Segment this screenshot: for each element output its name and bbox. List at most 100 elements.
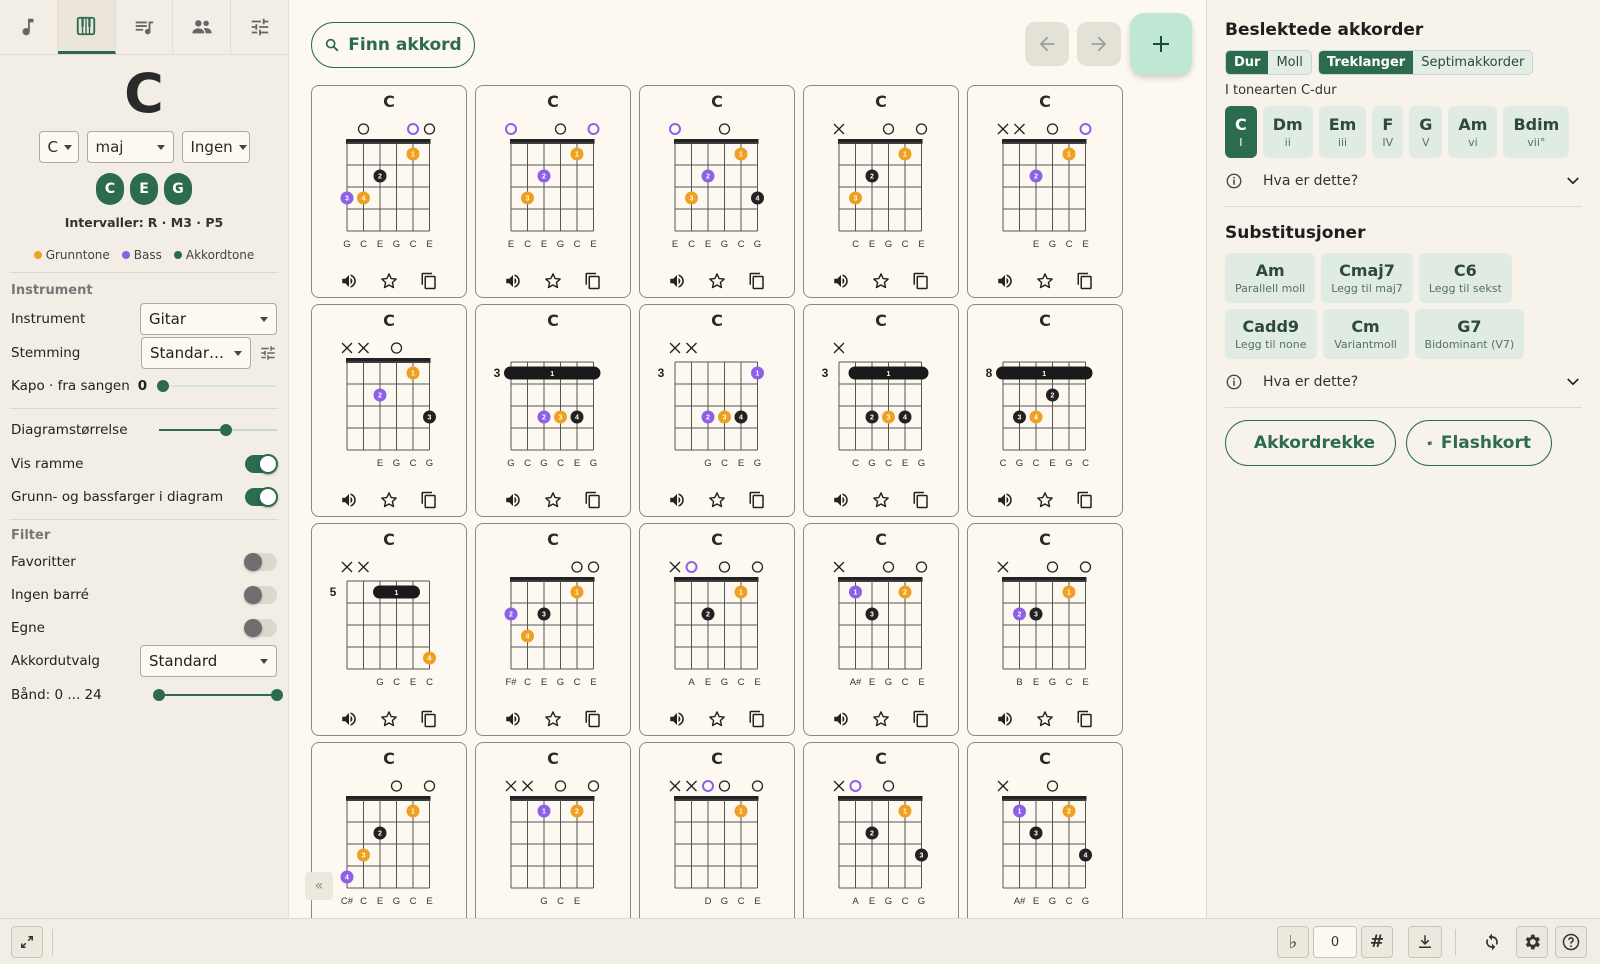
tab-setlist[interactable] bbox=[116, 0, 174, 54]
substitution-0[interactable]: Am Parallell moll bbox=[1225, 253, 1316, 303]
what-is-this-row[interactable]: Hva er dette? bbox=[1225, 172, 1582, 190]
progression-button[interactable]: Akkordrekke bbox=[1225, 420, 1396, 466]
chord-card[interactable]: C123CEGCE bbox=[803, 85, 959, 298]
copy-button[interactable] bbox=[906, 710, 936, 728]
play-sound-button[interactable] bbox=[334, 272, 364, 290]
substitution-5[interactable]: G7 Bidominant (V7) bbox=[1414, 309, 1525, 359]
tab-chords[interactable] bbox=[57, 0, 116, 54]
settings-button[interactable] bbox=[1516, 926, 1548, 958]
root-select[interactable]: C bbox=[38, 131, 79, 163]
play-sound-button[interactable] bbox=[662, 272, 692, 290]
chord-card[interactable]: C 1 2 3 4 F# C E G C E bbox=[475, 523, 631, 736]
find-chord-button[interactable]: Finn akkord bbox=[311, 22, 475, 68]
slider-thumb-max[interactable] bbox=[271, 689, 283, 701]
mode-major[interactable]: Dur bbox=[1226, 51, 1269, 74]
what-is-this-row-2[interactable]: Hva er dette? bbox=[1225, 373, 1582, 391]
favorite-button[interactable] bbox=[1030, 709, 1060, 729]
play-sound-button[interactable] bbox=[498, 272, 528, 290]
play-sound-button[interactable] bbox=[990, 491, 1020, 509]
diagram-size-slider[interactable] bbox=[159, 424, 277, 436]
substitution-2[interactable]: C6 Legg til sekst bbox=[1418, 253, 1512, 303]
favorite-button[interactable] bbox=[538, 709, 568, 729]
show-frame-toggle[interactable] bbox=[245, 453, 278, 474]
substitution-4[interactable]: Cm Variantmoll bbox=[1322, 309, 1409, 359]
copy-button[interactable] bbox=[1070, 710, 1100, 728]
scale-degree-1[interactable]: Dm ii bbox=[1262, 106, 1313, 158]
copy-button[interactable] bbox=[578, 491, 608, 509]
add-chord-button[interactable] bbox=[1130, 13, 1192, 75]
play-sound-button[interactable] bbox=[826, 491, 856, 509]
frets-range-slider[interactable] bbox=[153, 689, 283, 701]
favorite-button[interactable] bbox=[374, 709, 404, 729]
transpose-down-button[interactable]: ♭ bbox=[1277, 926, 1309, 958]
back-button[interactable] bbox=[1025, 22, 1069, 66]
scale-degree-6[interactable]: Bdim vii° bbox=[1503, 106, 1570, 158]
chord-card[interactable]: C1234GCEGCE bbox=[311, 85, 467, 298]
chord-card[interactable]: C 1 2 3 4 C# C E G C E bbox=[311, 742, 467, 918]
tuning-select[interactable]: Standar… bbox=[141, 337, 251, 369]
play-sound-button[interactable] bbox=[334, 491, 364, 509]
fullscreen-button[interactable] bbox=[11, 926, 43, 958]
play-sound-button[interactable] bbox=[334, 710, 364, 728]
copy-button[interactable] bbox=[414, 491, 444, 509]
play-sound-button[interactable] bbox=[498, 491, 528, 509]
extension-select[interactable]: Ingen bbox=[181, 131, 250, 163]
favorite-button[interactable] bbox=[866, 271, 896, 291]
copy-button[interactable] bbox=[906, 491, 936, 509]
copy-button[interactable] bbox=[414, 710, 444, 728]
substitution-1[interactable]: Cmaj7 Legg til maj7 bbox=[1321, 253, 1413, 303]
scale-degree-0[interactable]: CI bbox=[1225, 106, 1257, 158]
chord-card[interactable]: C123ECEGCE bbox=[475, 85, 631, 298]
copy-button[interactable] bbox=[1070, 272, 1100, 290]
favorite-button[interactable] bbox=[374, 490, 404, 510]
tab-people[interactable] bbox=[173, 0, 232, 54]
favorite-button[interactable] bbox=[702, 709, 732, 729]
forward-button[interactable] bbox=[1077, 22, 1121, 66]
chord-card[interactable]: C1234ECEGCG bbox=[639, 85, 795, 298]
favorite-button[interactable] bbox=[1030, 490, 1060, 510]
play-sound-button[interactable] bbox=[662, 710, 692, 728]
favorite-button[interactable] bbox=[1030, 271, 1060, 291]
favorite-button[interactable] bbox=[866, 709, 896, 729]
play-sound-button[interactable] bbox=[826, 710, 856, 728]
slider-thumb[interactable] bbox=[220, 424, 233, 436]
copy-button[interactable] bbox=[578, 710, 608, 728]
copy-button[interactable] bbox=[742, 491, 772, 509]
copy-button[interactable] bbox=[906, 272, 936, 290]
favorite-button[interactable] bbox=[538, 490, 568, 510]
chord-card[interactable]: C31234GCGCEG bbox=[475, 304, 631, 517]
note-pill[interactable]: C bbox=[96, 173, 124, 205]
favorite-button[interactable] bbox=[374, 271, 404, 291]
chord-card[interactable]: C1 2 GCE bbox=[475, 742, 631, 918]
chord-card[interactable]: C 1 2 3 A# E G C E bbox=[803, 523, 959, 736]
favorite-button[interactable] bbox=[702, 490, 732, 510]
tab-tune[interactable] bbox=[231, 0, 288, 54]
play-sound-button[interactable] bbox=[498, 710, 528, 728]
chord-card[interactable]: C123BEGCE bbox=[967, 523, 1123, 736]
scale-degree-3[interactable]: F IV bbox=[1372, 106, 1404, 158]
help-button[interactable] bbox=[1555, 926, 1587, 958]
copy-button[interactable] bbox=[578, 272, 608, 290]
tab-melody[interactable] bbox=[0, 0, 58, 54]
type-triads[interactable]: Treklanger bbox=[1318, 51, 1414, 74]
favorites-toggle[interactable] bbox=[244, 552, 277, 571]
capo-slider[interactable] bbox=[157, 380, 277, 392]
note-pill[interactable]: G bbox=[164, 173, 192, 205]
own-toggle[interactable] bbox=[244, 618, 277, 637]
collapse-sidebar-button[interactable]: « bbox=[305, 872, 333, 900]
favorite-button[interactable] bbox=[702, 271, 732, 291]
favorite-button[interactable] bbox=[538, 271, 568, 291]
copy-button[interactable] bbox=[414, 272, 444, 290]
download-button[interactable] bbox=[1408, 926, 1442, 958]
copy-button[interactable] bbox=[742, 272, 772, 290]
play-sound-button[interactable] bbox=[990, 272, 1020, 290]
copy-button[interactable] bbox=[1070, 491, 1100, 509]
favorite-button[interactable] bbox=[866, 490, 896, 510]
type-sevenths[interactable]: Septimakkorder bbox=[1413, 51, 1532, 74]
chord-card[interactable]: C1 DGCE bbox=[639, 742, 795, 918]
chord-card[interactable]: C123EGCG bbox=[311, 304, 467, 517]
play-sound-button[interactable] bbox=[990, 710, 1020, 728]
transpose-up-button[interactable]: # bbox=[1361, 926, 1393, 958]
chord-card[interactable]: C123AEGCG bbox=[803, 742, 959, 918]
substitution-3[interactable]: Cadd9 Legg til none bbox=[1225, 309, 1317, 359]
